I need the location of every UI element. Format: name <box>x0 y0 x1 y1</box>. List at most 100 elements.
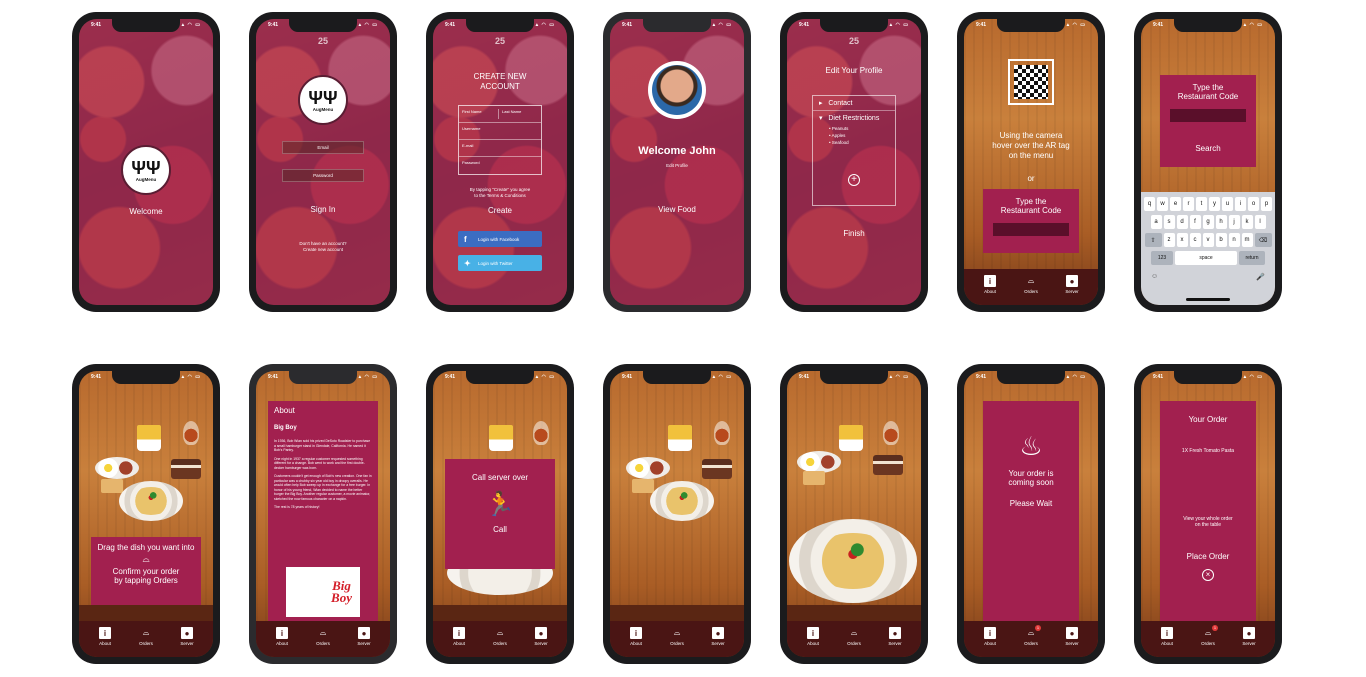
tab-orders[interactable]: ⌓ 1 Orders <box>1196 625 1220 657</box>
cake-dish[interactable] <box>171 459 201 479</box>
key-q[interactable]: q <box>1144 197 1155 211</box>
finish-button[interactable]: Finish <box>787 229 921 238</box>
drink-dish[interactable] <box>714 421 730 445</box>
tab-about[interactable]: i About <box>978 275 1002 305</box>
key-t[interactable]: t <box>1196 197 1207 211</box>
avatar[interactable] <box>648 61 706 119</box>
key-v[interactable]: v <box>1202 233 1214 247</box>
call-server-card[interactable]: Call server over 🏃 Call <box>445 459 555 569</box>
tab-server[interactable]: ● Server <box>1060 627 1084 657</box>
fries-dish[interactable] <box>137 425 161 451</box>
fries-dish[interactable] <box>668 425 692 451</box>
toast-dish[interactable] <box>632 479 654 493</box>
tab-orders[interactable]: ⌓ Orders <box>1019 275 1043 305</box>
key-d[interactable]: d <box>1176 215 1188 229</box>
password-field[interactable]: Password <box>282 169 364 182</box>
facebook-login-button[interactable]: f Login with Facebook <box>458 231 542 247</box>
diet-row[interactable]: ▾ Diet Restrictions <box>813 111 895 125</box>
tab-orders[interactable]: ⌓ Orders <box>311 627 335 657</box>
tab-server[interactable]: ● Server <box>352 627 376 657</box>
first-name-field[interactable]: First Name <box>462 109 498 119</box>
tab-server[interactable]: ● Server <box>706 627 730 657</box>
key-p[interactable]: p <box>1261 197 1272 211</box>
key-f[interactable]: f <box>1189 215 1201 229</box>
drink-dish[interactable] <box>533 421 549 445</box>
add-icon[interactable]: + <box>848 174 860 186</box>
key-g[interactable]: g <box>1202 215 1214 229</box>
shift-key[interactable]: ⇧ <box>1144 233 1162 247</box>
tab-orders[interactable]: ⌓ 1 Orders <box>1019 625 1043 657</box>
create-button[interactable]: Create <box>433 206 567 215</box>
key-n[interactable]: n <box>1228 233 1240 247</box>
tab-server[interactable]: ● Server <box>1237 627 1261 657</box>
tab-about[interactable]: i About <box>978 627 1002 657</box>
pasta-plate[interactable] <box>650 481 714 521</box>
tab-about[interactable]: i About <box>447 627 471 657</box>
restaurant-code-card[interactable]: Type the Restaurant Code <box>983 189 1079 253</box>
search-button[interactable]: Search <box>1160 144 1256 153</box>
pasta-plate-large[interactable] <box>789 519 917 603</box>
breakfast-dish[interactable] <box>95 457 139 479</box>
pasta-plate[interactable] <box>119 481 183 521</box>
fries-dish[interactable] <box>489 425 513 451</box>
signin-button[interactable]: Sign In <box>256 205 390 214</box>
cake-dish[interactable] <box>873 455 903 475</box>
delete-key[interactable]: ⌫ <box>1254 233 1272 247</box>
key-k[interactable]: k <box>1241 215 1253 229</box>
tab-about[interactable]: i About <box>801 627 825 657</box>
email-field[interactable]: E-mail <box>462 143 538 153</box>
cake-dish[interactable] <box>702 459 732 479</box>
numbers-key[interactable]: 123 <box>1151 251 1173 265</box>
tab-orders[interactable]: ⌓ Orders <box>842 627 866 657</box>
breakfast-dish[interactable] <box>797 451 841 473</box>
tab-server[interactable]: ● Server <box>1060 275 1084 305</box>
contact-row[interactable]: ▸ Contact <box>813 96 895 111</box>
close-icon[interactable]: × <box>1202 569 1214 581</box>
key-m[interactable]: m <box>1241 233 1253 247</box>
key-h[interactable]: h <box>1215 215 1227 229</box>
tab-about[interactable]: i About <box>624 627 648 657</box>
key-a[interactable]: a <box>1150 215 1162 229</box>
fries-dish[interactable] <box>839 425 863 451</box>
tab-about[interactable]: i About <box>270 627 294 657</box>
key-u[interactable]: u <box>1222 197 1233 211</box>
tab-orders[interactable]: ⌓ Orders <box>665 627 689 657</box>
key-y[interactable]: y <box>1209 197 1220 211</box>
password-field[interactable]: Password <box>462 160 538 171</box>
drink-dish[interactable] <box>183 421 199 445</box>
toast-dish[interactable] <box>803 471 825 485</box>
code-input[interactable] <box>1170 109 1246 122</box>
last-name-field[interactable]: Last Name <box>498 109 538 119</box>
email-field[interactable]: Email <box>282 141 364 154</box>
key-z[interactable]: z <box>1163 233 1175 247</box>
key-b[interactable]: b <box>1215 233 1227 247</box>
tab-orders[interactable]: ⌓ Orders <box>488 627 512 657</box>
space-key[interactable]: space <box>1175 251 1237 265</box>
tab-about[interactable]: i About <box>93 627 117 657</box>
key-c[interactable]: c <box>1189 233 1201 247</box>
key-j[interactable]: j <box>1228 215 1240 229</box>
toast-dish[interactable] <box>101 479 123 493</box>
call-button[interactable]: Call <box>445 525 555 534</box>
key-r[interactable]: r <box>1183 197 1194 211</box>
return-key[interactable]: return <box>1239 251 1265 265</box>
tab-server[interactable]: ● Server <box>529 627 553 657</box>
key-s[interactable]: s <box>1163 215 1175 229</box>
twitter-login-button[interactable]: ✦ Login with Twitter <box>458 255 542 271</box>
key-e[interactable]: e <box>1170 197 1181 211</box>
terms-line2[interactable]: to the Terms & Conditions <box>433 193 567 198</box>
tab-about[interactable]: i About <box>1155 627 1179 657</box>
key-o[interactable]: o <box>1248 197 1259 211</box>
breakfast-dish[interactable] <box>626 457 670 479</box>
view-food-button[interactable]: View Food <box>610 205 744 214</box>
drink-dish[interactable] <box>883 421 899 445</box>
key-w[interactable]: w <box>1157 197 1168 211</box>
create-account-link[interactable]: Create new account <box>256 247 390 252</box>
emoji-icon[interactable]: ☺ <box>1151 273 1158 281</box>
edit-profile-link[interactable]: Edit Profile <box>610 163 744 168</box>
code-input[interactable] <box>993 223 1069 236</box>
key-x[interactable]: x <box>1176 233 1188 247</box>
key-i[interactable]: i <box>1235 197 1246 211</box>
tab-orders[interactable]: ⌓ Orders <box>134 627 158 657</box>
mic-icon[interactable]: 🎤 <box>1256 273 1265 281</box>
